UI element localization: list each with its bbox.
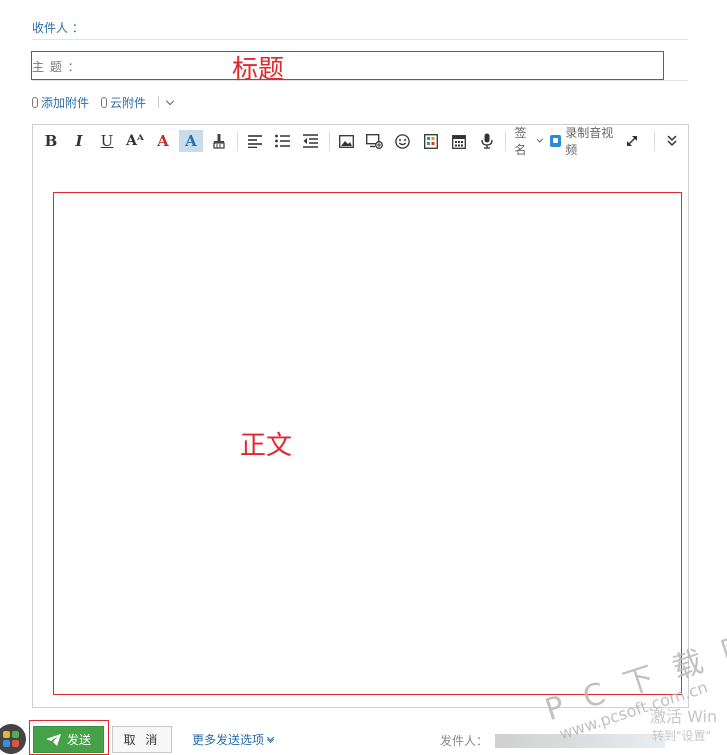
toolbar-divider [654,131,656,151]
italic-button[interactable]: I [67,130,91,152]
outdent-icon [303,134,319,148]
record-av-button[interactable]: 录制音视频 [549,124,614,158]
body-annotation-label: 正文 [240,431,293,461]
paperclip-icon [32,96,38,108]
calendar-button[interactable] [447,130,471,152]
highlight-button[interactable]: A [179,130,203,152]
font-size-button[interactable]: Aᴬ [123,130,147,152]
highlight-icon: A [185,132,197,150]
signature-dropdown[interactable]: 签名 [514,124,543,158]
send-button[interactable]: 发送 [33,726,104,753]
send-label: 发送 [66,733,91,747]
underline-button[interactable]: U [95,130,119,152]
insert-image-button[interactable] [335,130,359,152]
expand-icon [627,135,638,147]
align-left-icon [247,135,262,148]
toolbar-divider [237,131,238,151]
more-send-options-link[interactable]: 更多发送选项 [192,731,275,748]
screenshot-button[interactable] [363,130,387,152]
activate-windows-subtext: 转到"设置" [652,729,712,743]
activate-windows-text: 激活 Win [650,707,718,726]
add-attachment-link[interactable]: 添加附件 [32,94,89,111]
double-chevron-down-icon [266,733,275,743]
chevron-down-icon [536,136,543,143]
calendar-icon [451,134,466,149]
app-launcher-icon[interactable] [0,724,26,754]
bulleted-list-icon [275,134,291,148]
title-annotation-label: 标题 [232,55,285,85]
font-color-button[interactable]: A [151,130,175,152]
fullscreen-button[interactable] [620,130,644,152]
list-button[interactable] [271,130,295,152]
cloud-attachment-label: 云附件 [110,95,147,110]
cancel-button[interactable]: 取 消 [112,726,172,753]
underline-icon: U [100,132,114,150]
add-attachment-label: 添加附件 [41,95,90,110]
voice-button[interactable] [475,130,499,152]
format-painter-button[interactable] [207,130,231,152]
stationery-icon [423,133,438,149]
signature-label: 签名 [514,126,527,157]
toolbar-divider [328,131,330,151]
sender-label: 发件人： [440,734,489,748]
emoji-icon [395,133,410,149]
align-button[interactable] [243,130,267,152]
italic-icon: I [75,132,83,150]
divider [158,96,160,108]
image-icon [339,134,355,148]
title-annotation-box [31,51,664,80]
bold-icon: B [44,132,58,150]
cloud-attachment-link[interactable]: 云附件 [101,94,146,111]
body-annotation-box [53,192,682,695]
stationery-button[interactable] [419,130,443,152]
format-toolbar: B I U Aᴬ A A 签名 录制音视频 [33,125,688,157]
font-color-icon: A [157,132,169,150]
cancel-label: 取 消 [123,733,161,747]
compose-page: 收件人 ： 主 题 ： 标题 添加附件 云附件 B I U Aᴬ A A 签名 … [0,0,727,755]
paperclip-icon [101,96,108,108]
attachment-bar: 添加附件 云附件 [32,92,175,112]
format-painter-icon [213,134,225,149]
more-tools-button[interactable] [660,130,684,152]
microphone-icon [481,133,493,149]
recipient-label: 收件人 ： [32,21,84,35]
emoji-button[interactable] [391,130,415,152]
bold-button[interactable]: B [39,130,63,152]
outdent-button[interactable] [299,130,323,152]
recipient-row[interactable]: 收件人 ： [32,4,688,40]
paper-plane-icon [45,733,61,746]
video-icon [549,135,562,147]
font-size-icon: Aᴬ [126,133,144,149]
more-icon [667,135,677,147]
chevron-down-icon[interactable] [165,96,175,105]
more-send-options-label: 更多发送选项 [192,733,265,747]
record-av-label: 录制音视频 [565,126,614,157]
screenshot-icon [366,133,384,149]
toolbar-divider [504,131,506,151]
